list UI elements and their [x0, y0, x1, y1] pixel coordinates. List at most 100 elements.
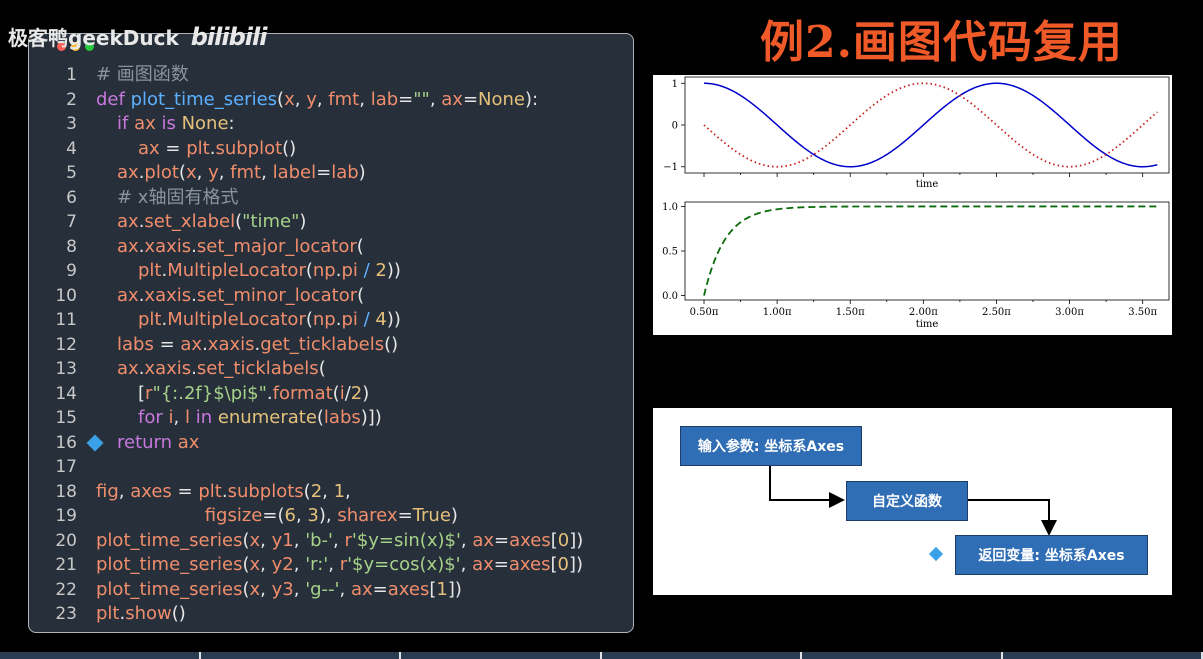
code-token: , [118, 480, 131, 502]
code-token: , [294, 88, 307, 110]
code-line[interactable]: 7 ax.set_xlabel("time") [29, 210, 633, 235]
code-token: = [397, 505, 413, 526]
code-token: , [460, 529, 473, 551]
line-number: 16 [55, 432, 77, 453]
code-line[interactable]: 19 figsize=(6, 3), sharex=True) [29, 504, 633, 529]
code-token: 3 [307, 505, 319, 526]
breakpoint-icon[interactable] [86, 434, 104, 451]
code-token: plot_time_series [96, 578, 243, 600]
code-token: ( [305, 309, 313, 330]
code-text: for i, l in enumerate(labs)]) [138, 406, 382, 431]
code-token: x [284, 88, 295, 110]
slide-title: 例2.画图代码复用 [760, 17, 1123, 68]
code-token: , [345, 480, 351, 502]
code-text: [r"{:.2f}$\pi$".format(i/2) [138, 382, 369, 407]
code-line[interactable]: 20 plot_time_series(x, y1, 'b-', r'$y=sin… [29, 529, 633, 554]
arrow-input-to-function [769, 465, 845, 508]
code-line[interactable]: 2 def plot_time_series(x, y, fmt, lab="",… [29, 88, 633, 113]
bottom-toolbar [0, 652, 1203, 659]
code-token: ) [299, 211, 307, 232]
toolbar-slot[interactable] [1002, 652, 1203, 659]
line-number: 10 [55, 285, 77, 306]
code-token: "time" [242, 211, 300, 232]
code-token: axes [509, 529, 551, 551]
code-token: ( [303, 480, 311, 502]
code-editor-window: 1 # 画图函数 2 def plot_time_series(x, y, fmt, … [28, 33, 634, 633]
code-token: ax [177, 431, 200, 453]
line-number: 18 [55, 481, 77, 502]
code-token: ax [117, 162, 139, 183]
line-number: 3 [66, 114, 77, 134]
code-line[interactable]: 6 # x轴固有格式 [29, 186, 633, 211]
code-text: ax.xaxis.set_ticklabels( [117, 357, 326, 382]
toolbar-slot[interactable] [0, 652, 201, 659]
code-token: 2 [350, 382, 363, 404]
code-line[interactable]: 8 ax.xaxis.set_major_locator( [29, 235, 633, 260]
code-line[interactable]: 11 plt.MultipleLocator(np.pi / 4)) [29, 308, 633, 333]
code-line[interactable]: 4 ax = plt.subplot() [29, 137, 633, 162]
code-line[interactable]: 15 for i, l in enumerate(labs)]) [29, 406, 633, 431]
x-tick-label: 3.50π [1128, 307, 1157, 318]
code-token: ( [332, 382, 340, 404]
code-line[interactable]: 16 return ax [29, 431, 633, 456]
code-text: def plot_time_series(x, y, fmt, lab="", … [96, 88, 538, 113]
code-token: = [372, 578, 388, 600]
code-line[interactable]: 21 plot_time_series(x, y2, 'r:', r'$y=cos… [29, 553, 633, 578]
toolbar-slot[interactable] [802, 652, 1003, 659]
code-line[interactable]: 10 ax.xaxis.set_minor_locator( [29, 284, 633, 309]
code-line[interactable]: 5 ax.plot(x, y, fmt, label=lab) [29, 161, 633, 186]
code-line[interactable]: 14 [r"{:.2f}$\pi$".format(i/2) [29, 382, 633, 407]
line-number: 9 [66, 261, 77, 281]
code-token: MultipleLocator [167, 309, 306, 330]
code-token: , [295, 505, 308, 526]
code-token: 0 [557, 529, 570, 551]
code-token: format [272, 382, 333, 404]
toolbar-slot[interactable] [401, 652, 602, 659]
code-token: axes [387, 578, 430, 600]
code-token: , [322, 480, 334, 502]
code-line[interactable]: 23 plt.show() [29, 602, 633, 627]
code-token: 'g--' [305, 578, 340, 600]
code-token: ]) [569, 529, 584, 551]
toolbar-slot[interactable] [200, 652, 401, 659]
code-token: 6 [284, 505, 296, 526]
code-line[interactable]: 12 labs = ax.xaxis.get_ticklabels() [29, 333, 633, 358]
line-number: 15 [55, 408, 77, 428]
code-token: l [184, 407, 196, 428]
code-token: None [181, 113, 229, 134]
code-token: , [173, 407, 185, 428]
line-number: 21 [55, 555, 77, 575]
code-token: ax [117, 284, 139, 306]
code-token: ( [356, 235, 364, 257]
code-token: , [328, 554, 340, 575]
code-token: [ [550, 529, 558, 551]
code-line[interactable]: 18 fig, axes = plt.subplots(2, 1, [29, 480, 633, 505]
code-token: , [316, 88, 329, 110]
code-area[interactable]: 1 # 画图函数 2 def plot_time_series(x, y, fmt, … [29, 63, 633, 627]
code-token: () [384, 333, 399, 355]
code-token: = [177, 480, 199, 502]
bilibili-logo: bilibili [190, 22, 268, 51]
code-line[interactable]: 17 [29, 455, 633, 480]
code-line[interactable]: 9 plt.MultipleLocator(np.pi / 2)) [29, 259, 633, 284]
code-token: ]) [568, 554, 583, 575]
y-tick-label: 0.5 [662, 247, 678, 258]
line-number: 1 [66, 65, 77, 85]
code-token: x [185, 162, 197, 183]
code-line[interactable]: 1 # 画图函数 [29, 63, 633, 88]
code-line[interactable]: 13 ax.xaxis.set_ticklabels( [29, 357, 633, 382]
code-token: lab [370, 88, 399, 110]
code-token: ax [117, 235, 139, 257]
line-number: 17 [55, 457, 77, 477]
code-line[interactable]: 22 plot_time_series(x, y3, 'g--', ax=axes… [29, 578, 633, 603]
line-number: 12 [55, 334, 77, 355]
code-text: fig, axes = plt.subplots(2, 1, [96, 480, 351, 505]
code-token: xaxis [144, 284, 192, 306]
code-token: lab [331, 162, 359, 183]
line-number: 23 [55, 604, 77, 624]
code-token: figsize [204, 505, 263, 526]
toolbar-slot[interactable] [601, 652, 802, 659]
code-text: ax.set_xlabel("time") [117, 210, 306, 235]
code-token: r [339, 554, 348, 575]
code-line[interactable]: 3 if ax is None: [29, 112, 633, 137]
